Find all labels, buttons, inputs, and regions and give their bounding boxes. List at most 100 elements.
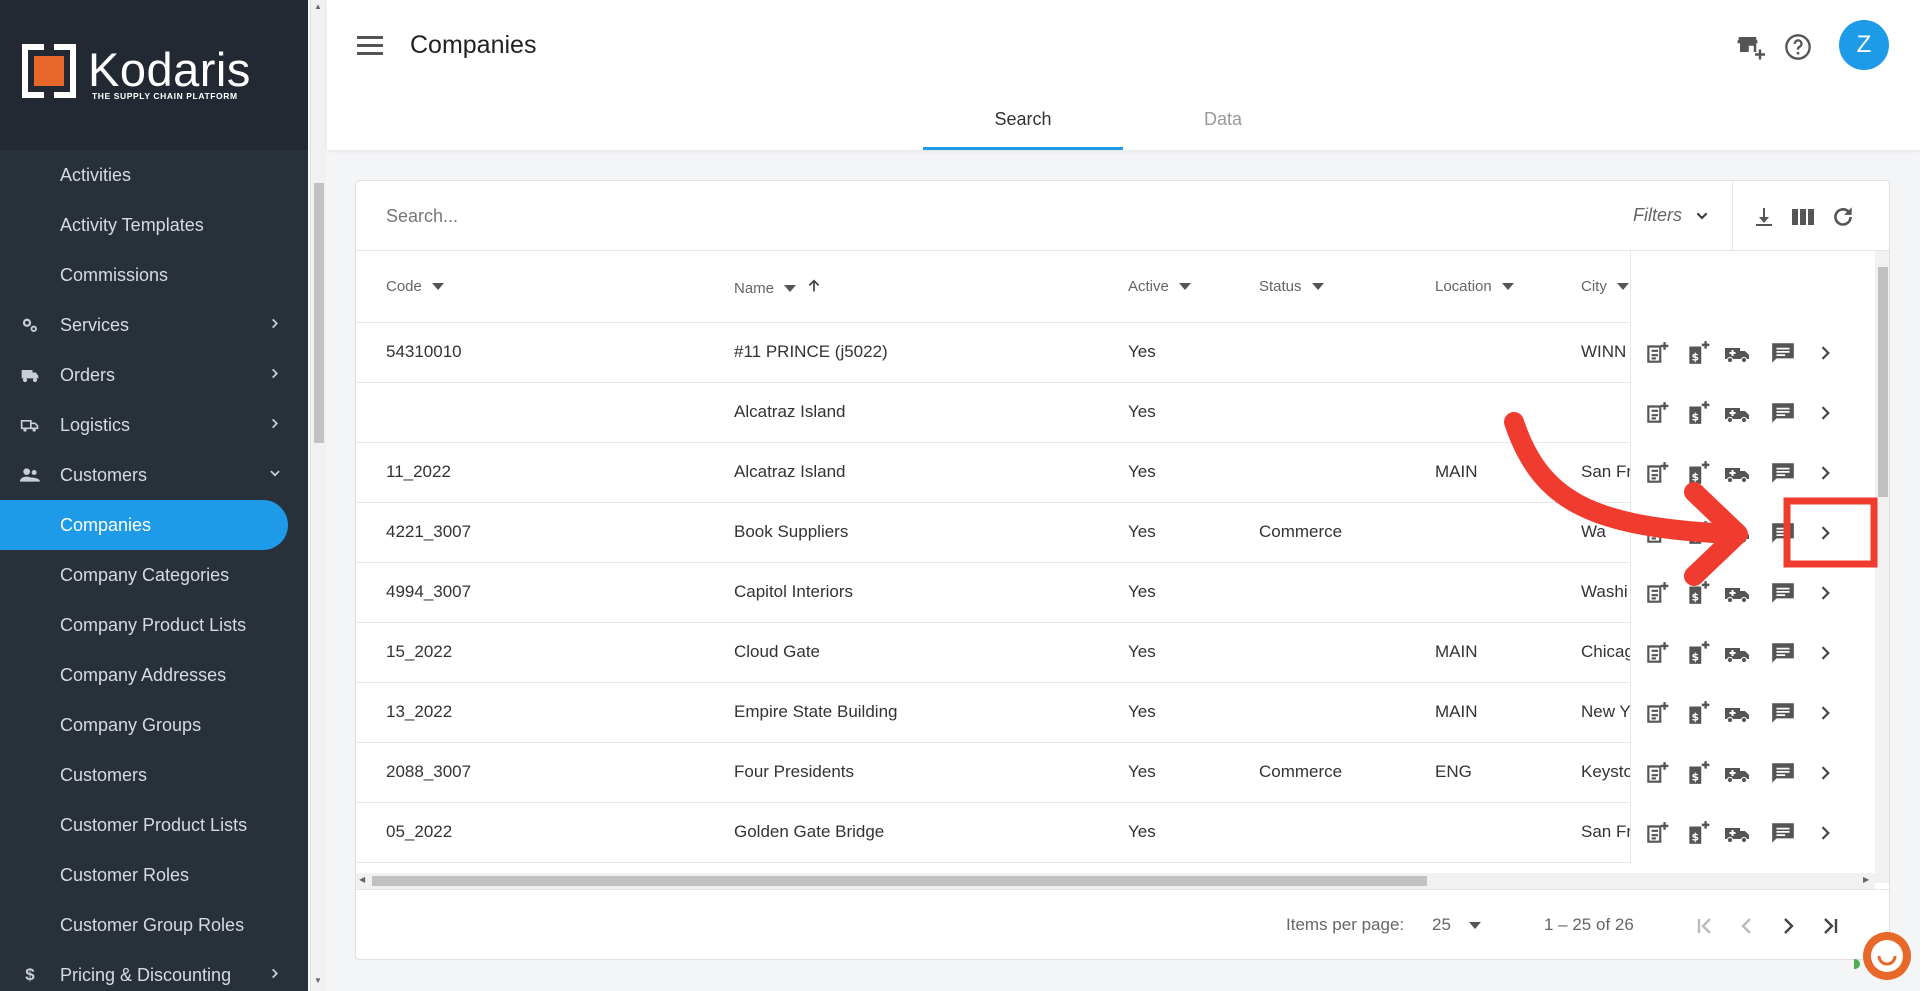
previous-page-icon[interactable]	[1733, 912, 1761, 940]
comment-icon[interactable]	[1769, 699, 1797, 727]
column-header-code[interactable]: Code	[386, 278, 444, 295]
comment-icon[interactable]	[1769, 759, 1797, 787]
logo[interactable]: Kodaris THE SUPPLY CHAIN PLATFORM	[0, 0, 308, 150]
table-row[interactable]: 13_2022 Empire State Building Yes MAIN New Y…	[356, 683, 1889, 743]
add-shipment-icon[interactable]	[1724, 399, 1752, 427]
table-row[interactable]: 05_2022 Golden Gate Bridge Yes San Fr $	[356, 803, 1889, 863]
comment-icon[interactable]	[1769, 339, 1797, 367]
comment-icon[interactable]	[1769, 399, 1797, 427]
columns-icon[interactable]	[1789, 203, 1817, 231]
search-input[interactable]	[386, 199, 1286, 233]
comment-icon[interactable]	[1769, 459, 1797, 487]
add-quote-icon[interactable]: $	[1684, 579, 1712, 607]
add-quote-icon[interactable]: $	[1684, 459, 1712, 487]
caret-down-icon[interactable]	[1616, 283, 1629, 290]
sidebar-item-activity-templates[interactable]: Activity Templates	[0, 200, 308, 250]
tab-data[interactable]: Data	[1123, 95, 1323, 150]
add-note-icon[interactable]	[1643, 639, 1671, 667]
open-detail-chevron-icon[interactable]	[1811, 399, 1839, 427]
open-detail-chevron-icon[interactable]	[1811, 639, 1839, 667]
add-quote-icon[interactable]: $	[1684, 399, 1712, 427]
caret-down-icon[interactable]	[784, 284, 797, 292]
page-size-select[interactable]: 25	[1432, 915, 1481, 935]
open-detail-chevron-icon[interactable]	[1811, 819, 1839, 847]
sidebar-item-commissions[interactable]: Commissions	[0, 250, 308, 300]
tab-search[interactable]: Search	[923, 95, 1123, 150]
sidebar-item-customer-roles[interactable]: Customer Roles	[0, 850, 308, 900]
add-quote-icon[interactable]: $	[1684, 699, 1712, 727]
add-shipment-icon[interactable]	[1724, 579, 1752, 607]
table-row[interactable]: 2088_3007 Four Presidents Yes Commerce ENG Ke…	[356, 743, 1889, 803]
table-row[interactable]: Alcatraz Island Yes $	[356, 383, 1889, 443]
last-page-icon[interactable]	[1816, 912, 1844, 940]
vertical-scroll-thumb[interactable]	[1878, 267, 1888, 497]
add-note-icon[interactable]	[1643, 699, 1671, 727]
add-note-icon[interactable]	[1643, 519, 1671, 547]
caret-down-icon[interactable]	[1501, 283, 1514, 290]
add-quote-icon[interactable]: $	[1684, 339, 1712, 367]
add-note-icon[interactable]	[1643, 339, 1671, 367]
comment-icon[interactable]	[1769, 819, 1797, 847]
scroll-up-arrow-icon[interactable]: ▲	[314, 2, 322, 11]
caret-down-icon[interactable]	[1178, 283, 1191, 290]
sort-ascending-icon[interactable]	[806, 278, 822, 298]
user-avatar[interactable]: Z	[1839, 20, 1889, 70]
table-row[interactable]: 54310010 #11 PRINCE (j5022) Yes WINN $	[356, 323, 1889, 383]
add-quote-icon[interactable]: $	[1684, 819, 1712, 847]
add-shipment-icon[interactable]	[1724, 459, 1752, 487]
chat-support-icon[interactable]	[1850, 926, 1914, 986]
add-note-icon[interactable]	[1643, 399, 1671, 427]
add-note-icon[interactable]	[1643, 759, 1671, 787]
column-header-name[interactable]: Name	[734, 278, 822, 298]
hamburger-menu-icon[interactable]	[357, 36, 383, 58]
scroll-right-arrow-icon[interactable]: ▶	[1863, 875, 1869, 884]
column-header-active[interactable]: Active	[1128, 278, 1191, 295]
table-row[interactable]: 4994_3007 Capitol Interiors Yes Washi $	[356, 563, 1889, 623]
sidebar-item-orders[interactable]: Orders	[0, 350, 308, 400]
sidebar-scrollbar[interactable]: ▲ ▼	[310, 0, 326, 991]
column-header-city[interactable]: City	[1581, 278, 1629, 295]
table-vertical-scrollbar[interactable]	[1875, 251, 1889, 883]
add-quote-icon[interactable]: $	[1684, 639, 1712, 667]
comment-icon[interactable]	[1769, 639, 1797, 667]
sidebar-item-logistics[interactable]: Logistics	[0, 400, 308, 450]
download-icon[interactable]	[1750, 203, 1778, 231]
refresh-icon[interactable]	[1829, 203, 1857, 231]
open-detail-chevron-icon[interactable]	[1811, 699, 1839, 727]
first-page-icon[interactable]	[1691, 912, 1719, 940]
add-shipment-icon[interactable]	[1724, 519, 1752, 547]
sidebar-item-company-addresses[interactable]: Company Addresses	[0, 650, 308, 700]
sidebar-item-customer-product-lists[interactable]: Customer Product Lists	[0, 800, 308, 850]
add-note-icon[interactable]	[1643, 579, 1671, 607]
sidebar-item-companies[interactable]: Companies	[0, 500, 288, 550]
caret-down-icon[interactable]	[1311, 283, 1324, 290]
open-detail-chevron-icon[interactable]	[1811, 759, 1839, 787]
sidebar-item-customers[interactable]: Customers	[0, 750, 308, 800]
add-note-icon[interactable]	[1643, 819, 1671, 847]
table-row[interactable]: 11_2022 Alcatraz Island Yes MAIN San Fr $	[356, 443, 1889, 503]
add-quote-icon[interactable]: $	[1684, 519, 1712, 547]
table-row[interactable]: 15_2022 Cloud Gate Yes MAIN Chicag $	[356, 623, 1889, 683]
sidebar-item-customer-group-roles[interactable]: Customer Group Roles	[0, 900, 308, 950]
help-icon[interactable]	[1783, 32, 1813, 62]
caret-down-icon[interactable]	[431, 283, 444, 290]
add-shipment-icon[interactable]	[1724, 819, 1752, 847]
column-header-status[interactable]: Status	[1259, 278, 1324, 295]
comment-icon[interactable]	[1769, 579, 1797, 607]
horizontal-scroll-thumb[interactable]	[372, 876, 1427, 886]
add-shipment-icon[interactable]	[1724, 699, 1752, 727]
sidebar-item-customers[interactable]: Customers	[0, 450, 308, 500]
comment-icon[interactable]	[1769, 519, 1797, 547]
sidebar-scroll-thumb[interactable]	[314, 183, 324, 443]
sidebar-item-activities[interactable]: Activities	[0, 150, 308, 200]
filters-dropdown[interactable]: Filters	[1633, 205, 1710, 226]
add-shipment-icon[interactable]	[1724, 759, 1752, 787]
open-detail-chevron-icon[interactable]	[1811, 519, 1839, 547]
add-store-icon[interactable]	[1735, 32, 1765, 62]
scroll-down-arrow-icon[interactable]: ▼	[314, 976, 322, 985]
sidebar-item-pricing-discounting[interactable]: $ Pricing & Discounting	[0, 950, 308, 991]
add-shipment-icon[interactable]	[1724, 639, 1752, 667]
sidebar-item-company-groups[interactable]: Company Groups	[0, 700, 308, 750]
sidebar-item-company-product-lists[interactable]: Company Product Lists	[0, 600, 308, 650]
open-detail-chevron-icon[interactable]	[1811, 459, 1839, 487]
